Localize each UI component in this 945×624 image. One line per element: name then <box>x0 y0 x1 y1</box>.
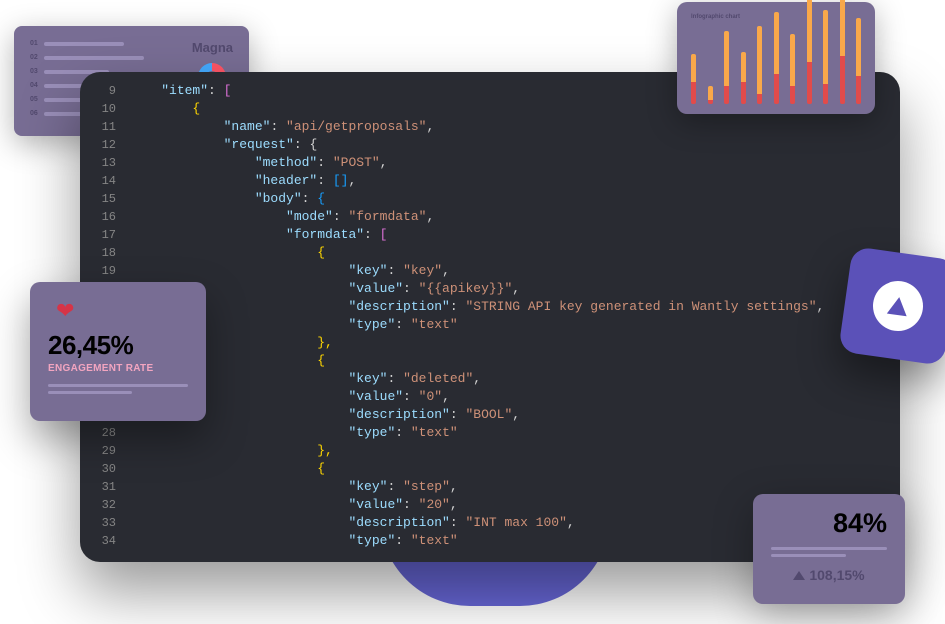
percent-value: 84% <box>771 508 887 539</box>
arrow-up-icon <box>793 571 805 580</box>
decorative-lines <box>771 547 887 557</box>
engagement-label: ENGAGEMENT RATE <box>48 363 188 374</box>
percent-widget: 84% 108,15% <box>753 494 905 604</box>
decorative-lines <box>48 384 188 394</box>
engagement-widget: ❤ 26,45% ENGAGEMENT RATE <box>30 282 206 421</box>
code-content: "item": [ { "name": "api/getproposals", … <box>130 72 900 562</box>
chart-widget: Infographic chart <box>677 2 875 114</box>
engagement-value: 26,45% <box>48 330 188 361</box>
chart-bars <box>691 26 861 104</box>
percent-delta: 108,15% <box>771 567 887 583</box>
code-token: "item" <box>161 83 208 98</box>
list-title: Magna <box>192 40 233 55</box>
heart-icon: ❤ <box>56 298 188 324</box>
triangle-cube-icon <box>845 253 945 359</box>
